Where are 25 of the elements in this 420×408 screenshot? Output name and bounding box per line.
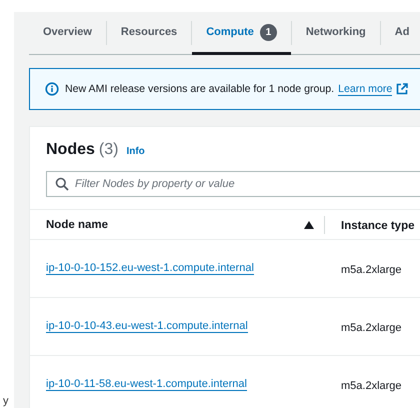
alert-message: New AMI release versions are available for 1 node group.	[65, 83, 334, 95]
info-link[interactable]: Info	[126, 146, 145, 157]
search-icon	[55, 177, 69, 191]
learn-more-link[interactable]: Learn more	[338, 82, 392, 96]
column-header[interactable]: Instance type	[341, 220, 414, 232]
tab[interactable]: Resources	[106, 12, 192, 54]
margin-text: y	[3, 395, 10, 407]
table-cell: m5a.2xlarge	[341, 380, 402, 392]
node-count: (3)	[98, 141, 118, 159]
node-link[interactable]: ip-10-0-10-152.eu-west-1.compute.internal	[46, 262, 254, 275]
tab[interactable]: Ad	[380, 12, 420, 54]
table-cell: m5a.2xlarge	[341, 322, 402, 334]
card-title: Nodes	[46, 141, 95, 159]
column-header[interactable]: Node name	[46, 218, 108, 230]
tab[interactable]: Overview	[29, 12, 106, 54]
tab[interactable]: Compute 1	[192, 12, 291, 54]
info-icon	[45, 82, 59, 96]
table-cell: m5a.2xlarge	[341, 264, 402, 276]
count-badge: 1	[260, 24, 277, 40]
node-link[interactable]: ip-10-0-10-43.eu-west-1.compute.internal	[46, 320, 248, 333]
sort-icon[interactable]	[304, 220, 314, 228]
external-link-icon[interactable]	[396, 83, 408, 95]
node-link[interactable]: ip-10-0-11-58.eu-west-1.compute.internal	[46, 378, 247, 391]
tab[interactable]: Networking	[292, 12, 380, 54]
filter-field[interactable]: Filter Nodes by property or value	[46, 171, 420, 197]
